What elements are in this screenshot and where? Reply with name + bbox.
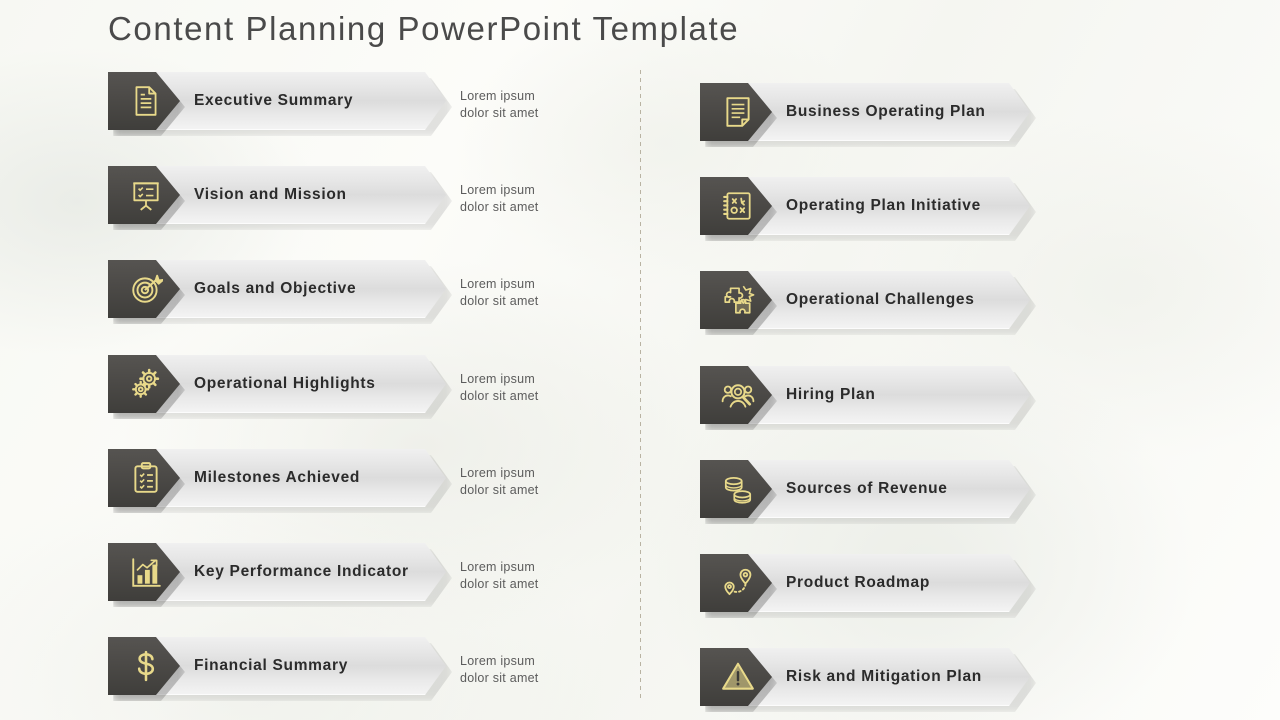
center-divider bbox=[640, 70, 641, 698]
item-note: Lorem ipsum dolor sit amet bbox=[460, 560, 539, 591]
list-item[interactable]: Product Roadmap bbox=[700, 554, 1030, 618]
list-item[interactable]: Vision and Mission bbox=[108, 166, 446, 230]
item-note: Lorem ipsum dolor sit amet bbox=[460, 277, 539, 308]
list-item[interactable]: Operating Plan Initiative bbox=[700, 177, 1030, 241]
item-note: Lorem ipsum dolor sit amet bbox=[460, 654, 539, 685]
item-label: Hiring Plan bbox=[786, 386, 876, 403]
puzzle-pieces-icon bbox=[711, 283, 755, 317]
item-label: Financial Summary bbox=[194, 657, 349, 674]
item-note: Lorem ipsum dolor sit amet bbox=[460, 372, 539, 403]
item-label: Operating Plan Initiative bbox=[786, 197, 981, 214]
list-item[interactable]: Key Performance Indicator bbox=[108, 543, 446, 607]
list-item[interactable]: Financial Summary bbox=[108, 637, 446, 701]
list-item[interactable]: Executive Summary bbox=[108, 72, 446, 136]
roadmap-pins-icon bbox=[711, 566, 752, 600]
people-search-icon bbox=[711, 378, 755, 412]
item-label: Executive Summary bbox=[194, 92, 354, 109]
list-item[interactable]: Operational Highlights bbox=[108, 355, 446, 419]
list-item[interactable]: Operational Challenges bbox=[700, 271, 1030, 335]
list-item[interactable]: Milestones Achieved bbox=[108, 449, 446, 513]
list-item[interactable]: Goals and Objective bbox=[108, 260, 446, 324]
gears-icon bbox=[119, 367, 160, 401]
item-label: Risk and Mitigation Plan bbox=[786, 668, 982, 685]
item-label: Operational Challenges bbox=[786, 291, 975, 308]
presentation-board-icon bbox=[119, 178, 159, 212]
strategy-playbook-icon bbox=[711, 189, 751, 223]
item-label: Vision and Mission bbox=[194, 186, 347, 203]
document-icon bbox=[119, 84, 157, 118]
bar-chart-growth-icon bbox=[119, 555, 161, 589]
clipboard-checklist-icon bbox=[119, 461, 158, 495]
warning-triangle-icon bbox=[711, 660, 754, 694]
item-label: Goals and Objective bbox=[194, 280, 357, 297]
list-item[interactable]: Hiring Plan bbox=[700, 366, 1030, 430]
item-label: Sources of Revenue bbox=[786, 480, 948, 497]
item-label: Operational Highlights bbox=[194, 375, 376, 392]
item-label: Milestones Achieved bbox=[194, 469, 361, 486]
target-dart-icon bbox=[119, 272, 163, 306]
item-label: Business Operating Plan bbox=[786, 103, 986, 120]
coin-stacks-icon bbox=[711, 472, 752, 506]
list-item[interactable]: Sources of Revenue bbox=[700, 460, 1030, 524]
item-label: Product Roadmap bbox=[786, 574, 930, 591]
item-note: Lorem ipsum dolor sit amet bbox=[460, 183, 539, 214]
item-note: Lorem ipsum dolor sit amet bbox=[460, 89, 539, 120]
list-item[interactable]: Business Operating Plan bbox=[700, 83, 1030, 147]
item-note: Lorem ipsum dolor sit amet bbox=[460, 466, 539, 497]
dollar-sign-icon bbox=[119, 649, 155, 683]
item-label: Key Performance Indicator bbox=[194, 563, 409, 580]
list-item[interactable]: Risk and Mitigation Plan bbox=[700, 648, 1030, 712]
document-folded-icon bbox=[711, 95, 750, 129]
page-title: Content Planning PowerPoint Template bbox=[108, 10, 740, 47]
